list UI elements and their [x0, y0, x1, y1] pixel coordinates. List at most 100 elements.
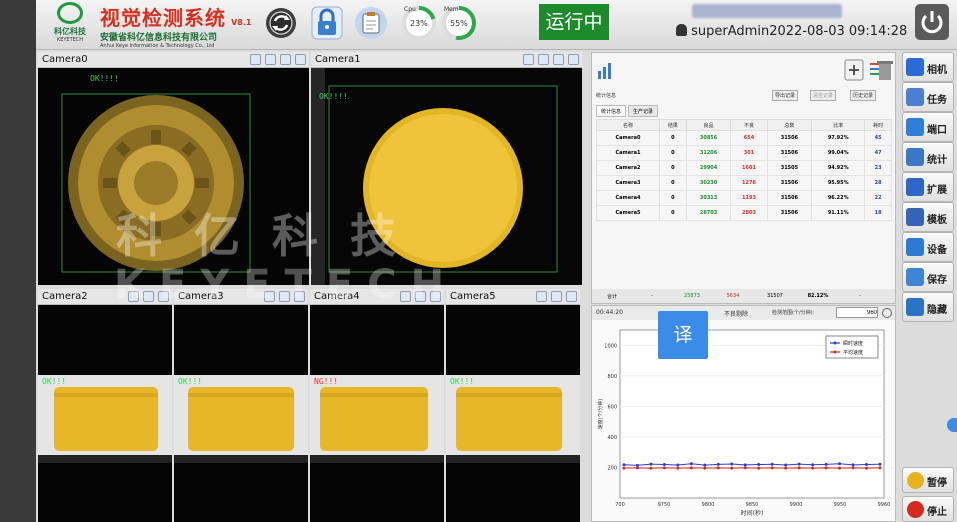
- menu-label: 相机: [927, 65, 947, 76]
- pause-icon: [907, 472, 924, 489]
- menu-statistics-button[interactable]: 统计: [902, 142, 954, 172]
- cell-result: 0: [659, 205, 687, 221]
- camera-toolbar: Camera0: [38, 52, 309, 68]
- user-icon: [676, 24, 687, 36]
- cell-time: 18: [864, 205, 892, 221]
- history-records-button[interactable]: 历史记录: [850, 90, 877, 101]
- memory-gauge: Mem 55%: [440, 4, 478, 42]
- refresh-button[interactable]: [264, 5, 298, 41]
- menu-save-button[interactable]: 保存: [902, 262, 954, 292]
- menu-template-button[interactable]: 模板: [902, 202, 954, 232]
- data-point: [622, 463, 626, 467]
- refresh-icon: [266, 8, 296, 38]
- cell-total: 31506: [766, 190, 813, 206]
- cell-good: 30856: [685, 130, 732, 146]
- mem-label: Mem: [444, 6, 459, 13]
- capture-icon[interactable]: [538, 54, 549, 65]
- table-row[interactable]: Camera0 0 30856 654 31506 97.92% 45: [595, 130, 892, 146]
- table-row[interactable]: Camera2 0 29904 1601 31505 94.92% 23: [595, 160, 892, 176]
- data-point: [797, 466, 801, 470]
- table-row[interactable]: Camera1 0 31206 301 31506 99.04% 47: [595, 145, 892, 161]
- data-point: [784, 463, 788, 467]
- zoom-in-icon[interactable]: [536, 291, 547, 302]
- data-point: [703, 466, 707, 470]
- data-point: [824, 462, 828, 466]
- app-window: 科亿科技 KEYETECH 视觉检测系统 V8.1 安徽省科亿信息科技有限公司 …: [36, 0, 957, 522]
- capture-icon[interactable]: [265, 54, 276, 65]
- clipboard-button[interactable]: [354, 5, 388, 41]
- task-icon: [906, 88, 924, 106]
- camera-view-2[interactable]: Camera2 OK!!!: [38, 289, 172, 522]
- pause-button[interactable]: 暂停: [902, 467, 954, 493]
- menu-device-button[interactable]: 设备: [902, 232, 954, 262]
- data-point: [797, 462, 801, 466]
- power-icon: [921, 11, 943, 34]
- stats-panel-title: 统计信息: [596, 93, 617, 99]
- total-label: 合计: [606, 293, 617, 300]
- translate-button[interactable]: 译: [658, 311, 708, 359]
- side-handle[interactable]: [947, 418, 957, 432]
- table-row[interactable]: Camera5 0 28703 2803 31506 91.11% 18: [595, 205, 892, 221]
- menu-extension-button[interactable]: 扩展: [902, 172, 954, 202]
- legend-marker: [833, 341, 837, 345]
- refresh-chart-icon[interactable]: [882, 308, 892, 318]
- clear-records-button[interactable]: 清空记录: [810, 90, 837, 101]
- watermark-en: KEYETECH: [114, 262, 459, 308]
- camera-view-5[interactable]: Camera5 OK!!!: [446, 289, 580, 522]
- data-point: [743, 463, 747, 467]
- zoom-in-icon[interactable]: [250, 54, 261, 65]
- tab-production-records[interactable]: 生产记录: [628, 105, 659, 117]
- settings-icon[interactable]: [568, 54, 579, 65]
- trash-button[interactable]: [874, 57, 896, 83]
- table-row[interactable]: Camera4 0 30313 1193 31506 96.22% 22: [595, 190, 892, 206]
- data-point: [662, 466, 666, 470]
- sample-input[interactable]: [836, 307, 878, 318]
- x-tick-label: 9950: [834, 502, 847, 508]
- capture-icon[interactable]: [551, 291, 562, 302]
- camera-toolbar: Camera5: [446, 289, 580, 305]
- power-button[interactable]: [915, 4, 949, 40]
- y-tick-label: 600: [607, 404, 617, 410]
- data-point: [689, 466, 693, 470]
- cpu-value: 23%: [410, 19, 428, 28]
- cell-good: 29904: [685, 160, 732, 176]
- cell-name: Camera3: [595, 175, 661, 191]
- camera-result: OK!!!!: [319, 92, 348, 101]
- new-record-button[interactable]: [842, 57, 866, 83]
- menu-camera-button[interactable]: 相机: [902, 52, 954, 82]
- data-point: [730, 466, 734, 470]
- y-tick-label: 800: [607, 374, 617, 380]
- cell-total: 31506: [766, 175, 813, 191]
- camera-title: Camera0: [42, 54, 88, 65]
- data-point: [851, 463, 855, 467]
- company-name-en: Anhui Keye Information & Technology Co.,…: [100, 43, 215, 49]
- cell-rate: 94.92%: [811, 160, 866, 176]
- export-records-button[interactable]: 导出记录: [772, 90, 799, 101]
- cell-total: 31505: [766, 160, 813, 176]
- stop-button[interactable]: 停止: [902, 496, 954, 522]
- table-row[interactable]: Camera3 0 30230 1276 31506 95.95% 28: [595, 175, 892, 191]
- save-image-icon[interactable]: [566, 291, 577, 302]
- zoom-in-icon[interactable]: [523, 54, 534, 65]
- save-image-icon[interactable]: [280, 54, 291, 65]
- data-point: [716, 466, 720, 470]
- camera-view-3[interactable]: Camera3 OK!!!: [174, 289, 308, 522]
- data-point: [851, 466, 855, 470]
- cell-total: 31506: [766, 145, 813, 161]
- save-image-icon[interactable]: [553, 54, 564, 65]
- menu-task-button[interactable]: 任务: [902, 82, 954, 112]
- camera-view-4[interactable]: Camera4 NG!!!: [310, 289, 444, 522]
- cell-rate: 97.92%: [811, 130, 866, 146]
- cell-result: 0: [659, 175, 687, 191]
- save-icon: [906, 268, 924, 286]
- menu-hide-button[interactable]: 隐藏: [902, 292, 954, 322]
- cell-result: 0: [659, 190, 687, 206]
- lock-button[interactable]: [310, 5, 344, 41]
- data-point: [743, 466, 747, 470]
- tab-statistics[interactable]: 统计信息: [596, 105, 627, 117]
- col-time: 耗时: [864, 119, 892, 131]
- menu-port-button[interactable]: 端口: [902, 112, 954, 142]
- menu-label: 扩展: [927, 185, 947, 196]
- data-point: [649, 462, 653, 466]
- settings-icon[interactable]: [295, 54, 306, 65]
